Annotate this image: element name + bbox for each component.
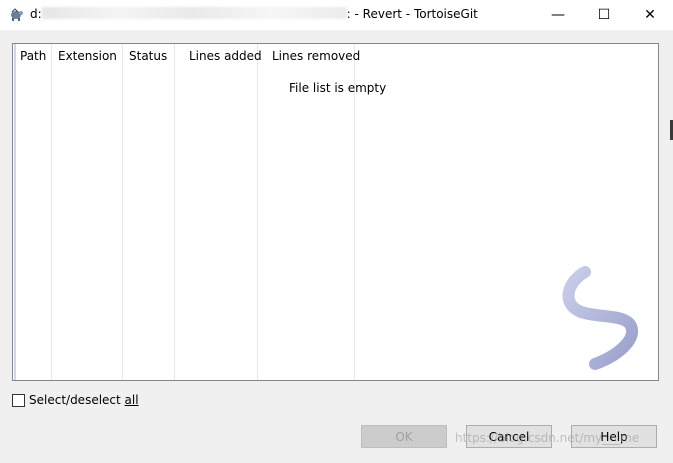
window-title-prefix: d: — [30, 7, 42, 21]
column-header-path[interactable]: Path — [20, 49, 46, 63]
column-divider — [257, 44, 258, 380]
title-bar[interactable]: d: : - Revert - TortoiseGit — ☐ ✕ — [0, 0, 673, 30]
close-icon: ✕ — [644, 7, 656, 23]
window-title: d: : - Revert - TortoiseGit — [30, 7, 478, 21]
minimize-icon: — — [551, 7, 565, 23]
revert-dialog: d: : - Revert - TortoiseGit — ☐ ✕ Path Ex… — [0, 0, 673, 463]
column-header-lines-added[interactable]: Lines added — [189, 49, 262, 63]
column-header-lines-removed[interactable]: Lines removed — [272, 49, 360, 63]
watermark-text: https://blog.csdn.net/my___me — [455, 431, 640, 445]
minimize-button[interactable]: — — [535, 0, 581, 30]
empty-list-message: File list is empty — [289, 81, 387, 95]
file-list[interactable]: Path Extension Status Lines added Lines … — [12, 43, 659, 381]
window-title-suffix: : - Revert - TortoiseGit — [346, 7, 478, 21]
maximize-icon: ☐ — [597, 7, 611, 23]
column-header-extension[interactable]: Extension — [58, 49, 117, 63]
column-divider — [122, 44, 123, 380]
list-left-indicator — [14, 44, 16, 380]
select-all-label-prefix: Select/deselect — [29, 393, 125, 407]
select-all-label-accelerator: all — [124, 393, 139, 407]
column-divider — [174, 44, 175, 380]
maximize-button[interactable]: ☐ — [581, 0, 627, 30]
select-all-row[interactable]: Select/deselect all — [12, 393, 139, 407]
select-all-checkbox[interactable] — [12, 393, 25, 407]
select-all-label[interactable]: Select/deselect all — [29, 393, 139, 407]
blurred-path — [41, 7, 347, 19]
tortoisegit-icon — [11, 8, 23, 21]
ok-button[interactable]: OK — [361, 425, 447, 448]
column-header-status[interactable]: Status — [129, 49, 167, 63]
close-button[interactable]: ✕ — [627, 0, 673, 30]
column-divider — [51, 44, 52, 380]
tortoisegit-watermark-logo — [562, 266, 639, 370]
